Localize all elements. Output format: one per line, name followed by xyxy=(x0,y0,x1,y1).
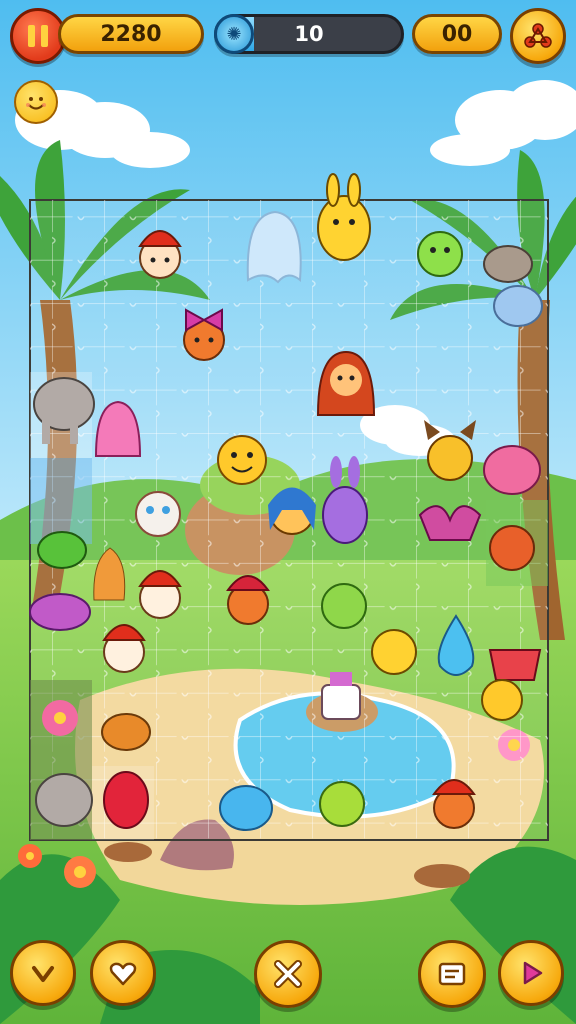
coin-counter: 00 xyxy=(412,14,502,54)
score-value: 2280 xyxy=(100,21,162,47)
squirrel-character xyxy=(489,525,535,571)
play-button[interactable] xyxy=(498,940,564,1006)
purple-bunny-character xyxy=(322,456,368,544)
hint-button[interactable] xyxy=(90,940,156,1006)
chick-character xyxy=(481,679,523,721)
green-bird-character xyxy=(37,531,87,569)
cross-pieces-icon xyxy=(274,960,302,988)
robot-character xyxy=(135,491,181,537)
mood-button[interactable] xyxy=(14,80,58,124)
play-icon xyxy=(523,961,543,985)
smiley-icon xyxy=(26,97,46,110)
share-icon xyxy=(524,23,552,48)
shuffle-button[interactable] xyxy=(254,940,322,1008)
pink-blob-character xyxy=(94,400,142,457)
cap-boy-character xyxy=(138,230,182,279)
orange-fox-character xyxy=(93,547,126,601)
blue-hair-character xyxy=(268,487,316,535)
bow-girl-character xyxy=(183,308,225,361)
elephant-character xyxy=(493,285,543,327)
sun-smiley-character xyxy=(217,435,267,485)
chevron-down-icon xyxy=(32,966,54,982)
cap-boy-character-3 xyxy=(102,624,146,673)
croissant-character xyxy=(101,713,151,751)
pink-bow-character xyxy=(418,505,482,541)
yellow-ball-character xyxy=(371,629,417,675)
blue-drop-character xyxy=(437,614,475,676)
hippo-character-2 xyxy=(35,773,93,827)
rabbit-character xyxy=(317,173,371,261)
apple-character xyxy=(319,781,365,827)
back-button[interactable] xyxy=(10,940,76,1006)
cap-girl-character xyxy=(226,575,270,625)
score-display: 2280 xyxy=(58,14,204,54)
cap-boy-character-2 xyxy=(138,570,182,619)
coin-value: 00 xyxy=(441,21,473,47)
fish-character xyxy=(29,593,91,631)
green-blob-character xyxy=(417,231,463,277)
ghost-character xyxy=(246,210,302,284)
pause-icon xyxy=(28,25,48,47)
blue-bird-character xyxy=(219,785,273,831)
fan-icon: ✺ xyxy=(214,14,254,54)
red-cow-character xyxy=(103,771,149,829)
marshmallow-character xyxy=(321,672,361,720)
fox-character xyxy=(424,420,476,481)
puzzle-characters xyxy=(29,173,543,831)
pieces-button[interactable] xyxy=(418,940,486,1008)
lime-character xyxy=(321,583,367,629)
teacup-character xyxy=(488,649,542,681)
rhino-character xyxy=(33,377,95,444)
hippo-character xyxy=(483,245,533,283)
scroll-icon xyxy=(438,962,466,986)
pink-dragon-character xyxy=(483,445,541,495)
share-button[interactable] xyxy=(510,8,566,64)
heart-arrow-icon xyxy=(109,962,137,986)
redhead-character xyxy=(316,350,376,416)
cap-boy-character-4 xyxy=(432,779,476,829)
game-scene: 2280 10 ✺ 00 xyxy=(0,0,576,1024)
pink-flower-character xyxy=(42,700,78,736)
